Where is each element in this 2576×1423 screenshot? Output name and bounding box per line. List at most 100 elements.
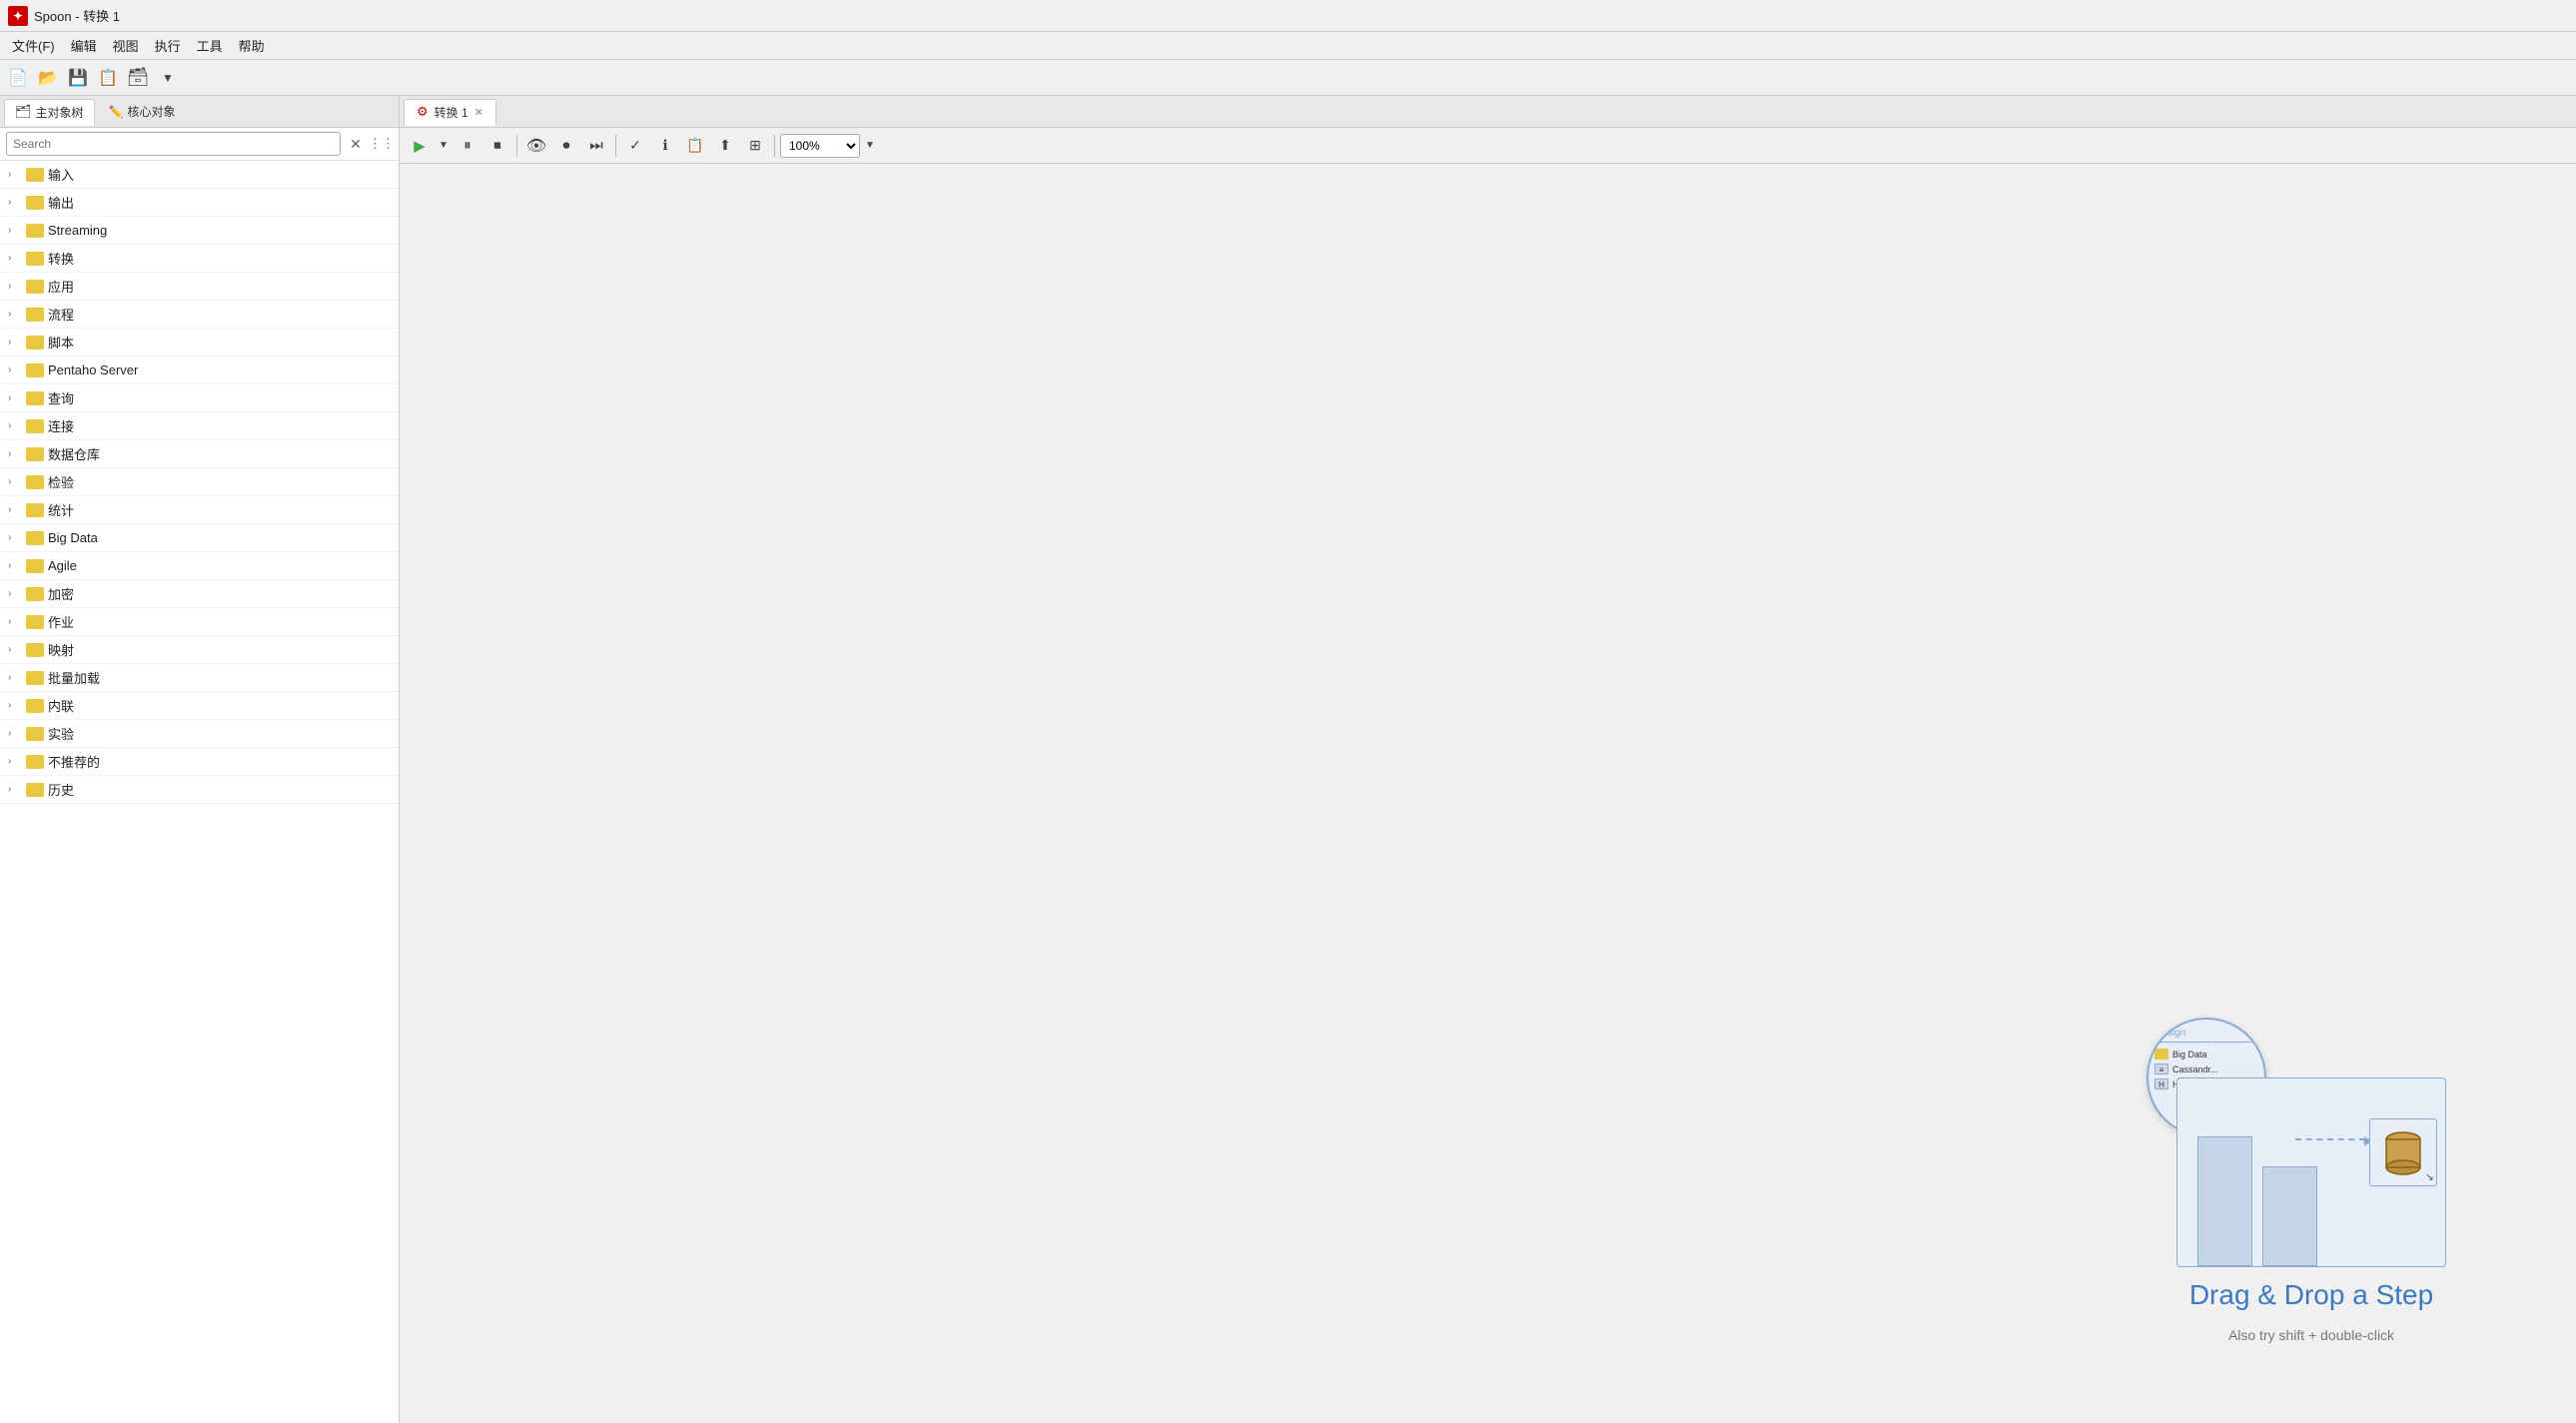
- right-panel: ⚙ 转换 1 ✕ ▶ ▼ ⏸ ⏹ 👁 ⏺ ⏭ ✓ ℹ 📋 ⬆ ⊞ 50% 75%: [400, 96, 2576, 1423]
- tree-item-bigdata[interactable]: › Big Data: [0, 524, 399, 552]
- tree-item-job[interactable]: › 作业: [0, 608, 399, 636]
- zoom-select[interactable]: 50% 75% 100% 125% 150% 200%: [780, 134, 860, 158]
- explore-button[interactable]: 🗃: [124, 64, 152, 92]
- folder-icon: [26, 783, 44, 797]
- cassandra-label: Cassandr...: [2172, 1065, 2218, 1074]
- chevron-icon: ›: [8, 644, 22, 655]
- tab-main-icon: 🗂: [15, 104, 32, 120]
- tree-item-flow[interactable]: › 流程: [0, 301, 399, 329]
- app-title: Spoon - 转换 1: [34, 6, 120, 25]
- tree-item-validate[interactable]: › 检验: [0, 468, 399, 496]
- pause-button[interactable]: ⏸: [453, 132, 481, 160]
- tab-core-object[interactable]: ✏️ 核心对象: [99, 99, 186, 124]
- stop-button[interactable]: ⏹: [483, 132, 511, 160]
- menu-edit[interactable]: 编辑: [63, 34, 105, 57]
- chevron-icon: ›: [8, 253, 22, 264]
- menu-run[interactable]: 执行: [147, 34, 189, 57]
- dropdown-button[interactable]: ▼: [154, 64, 182, 92]
- tree-label: 映射: [48, 640, 74, 659]
- grid-button[interactable]: ⊞: [741, 132, 769, 160]
- copy-button[interactable]: 📋: [681, 132, 709, 160]
- tree-item-app[interactable]: › 应用: [0, 273, 399, 301]
- tree-label: 实验: [48, 724, 74, 743]
- tree-item-script[interactable]: › 脚本: [0, 329, 399, 356]
- save-button[interactable]: 💾: [64, 64, 92, 92]
- folder-icon: [26, 363, 44, 377]
- illustration-container: Design Big Data ≡ Cassandr... H Hadoop: [2147, 1018, 2476, 1267]
- canvas-preview-rect: ▶ ↘: [2176, 1077, 2446, 1267]
- tree-item-experiment[interactable]: › 实验: [0, 720, 399, 748]
- save-as-button[interactable]: 📋: [94, 64, 122, 92]
- zoom-dropdown-button[interactable]: ▼: [862, 132, 878, 160]
- tree-item-bulk-load[interactable]: › 批量加载: [0, 664, 399, 692]
- chevron-icon: ›: [8, 392, 22, 403]
- play-button[interactable]: ▶: [406, 132, 433, 160]
- tree-label: 作业: [48, 612, 74, 631]
- tree-label: 历史: [48, 780, 74, 799]
- column-left: [2197, 1136, 2252, 1266]
- chevron-icon: ›: [8, 756, 22, 767]
- search-input[interactable]: [6, 132, 341, 156]
- folder-icon: [26, 671, 44, 685]
- tree-item-output[interactable]: › 输出: [0, 189, 399, 217]
- tree-item-connect[interactable]: › 连接: [0, 412, 399, 440]
- tree-item-pentaho[interactable]: › Pentaho Server: [0, 356, 399, 384]
- menu-file[interactable]: 文件(F): [4, 34, 63, 57]
- tree-item-encrypt[interactable]: › 加密: [0, 580, 399, 608]
- open-file-button[interactable]: 📂: [34, 64, 62, 92]
- tree-item-map[interactable]: › 映射: [0, 636, 399, 664]
- info-button[interactable]: ℹ: [651, 132, 679, 160]
- folder-icon: [26, 531, 44, 545]
- tree-item-query[interactable]: › 查询: [0, 384, 399, 412]
- check-button[interactable]: ✓: [621, 132, 649, 160]
- main-layout: 🗂 主对象树 ✏️ 核心对象 ✕ ⋮⋮ › 输入 › 输出: [0, 96, 2576, 1423]
- chevron-icon: ›: [8, 700, 22, 711]
- new-file-button[interactable]: 📄: [4, 64, 32, 92]
- tab-icon: ⚙: [417, 104, 429, 120]
- tab-transform-1[interactable]: ⚙ 转换 1 ✕: [404, 99, 496, 126]
- canvas-area[interactable]: Design Big Data ≡ Cassandr... H Hadoop: [400, 164, 2576, 1423]
- menu-view[interactable]: 视图: [105, 34, 147, 57]
- tree-label: 内联: [48, 696, 74, 715]
- tree-label: 不推荐的: [48, 752, 100, 771]
- tree-item-stats[interactable]: › 统计: [0, 496, 399, 524]
- tree-item-history[interactable]: › 历史: [0, 776, 399, 804]
- folder-icon: [26, 196, 44, 210]
- folder-icon: [26, 643, 44, 657]
- chevron-icon: ›: [8, 337, 22, 348]
- folder-icon: [26, 475, 44, 489]
- title-bar: ✦ Spoon - 转换 1: [0, 0, 2576, 32]
- tree-label: Pentaho Server: [48, 362, 138, 377]
- clear-search-button[interactable]: ✕: [345, 133, 367, 155]
- folder-icon: [26, 336, 44, 350]
- share-button[interactable]: ⬆: [711, 132, 739, 160]
- chevron-icon: ›: [8, 728, 22, 739]
- tree-item-warehouse[interactable]: › 数据仓库: [0, 440, 399, 468]
- play-dropdown-button[interactable]: ▼: [435, 132, 451, 160]
- folder-icon: [26, 755, 44, 769]
- tree-item-streaming[interactable]: › Streaming: [0, 217, 399, 245]
- folder-icon: [26, 224, 44, 238]
- forward-button[interactable]: ⏭: [582, 132, 610, 160]
- chevron-icon: ›: [8, 532, 22, 543]
- tab-close-button[interactable]: ✕: [474, 106, 483, 119]
- chevron-icon: ›: [8, 588, 22, 599]
- folder-icon: [26, 615, 44, 629]
- menu-help[interactable]: 帮助: [231, 34, 273, 57]
- tab-main-object-tree[interactable]: 🗂 主对象树: [4, 99, 95, 126]
- tree-label: 加密: [48, 584, 74, 603]
- tree-item-input[interactable]: › 输入: [0, 161, 399, 189]
- folder-icon: [26, 419, 44, 433]
- chevron-icon: ›: [8, 309, 22, 320]
- preview-button[interactable]: 👁: [522, 132, 550, 160]
- tree-label: 批量加载: [48, 668, 100, 687]
- menu-tools[interactable]: 工具: [189, 34, 231, 57]
- tree-item-inline[interactable]: › 内联: [0, 692, 399, 720]
- chevron-icon: ›: [8, 448, 22, 459]
- tree-label: 统计: [48, 500, 74, 519]
- search-options-button[interactable]: ⋮⋮: [371, 133, 393, 155]
- tree-item-agile[interactable]: › Agile: [0, 552, 399, 580]
- tree-item-transform[interactable]: › 转换: [0, 245, 399, 273]
- tree-item-deprecated[interactable]: › 不推荐的: [0, 748, 399, 776]
- record-button[interactable]: ⏺: [552, 132, 580, 160]
